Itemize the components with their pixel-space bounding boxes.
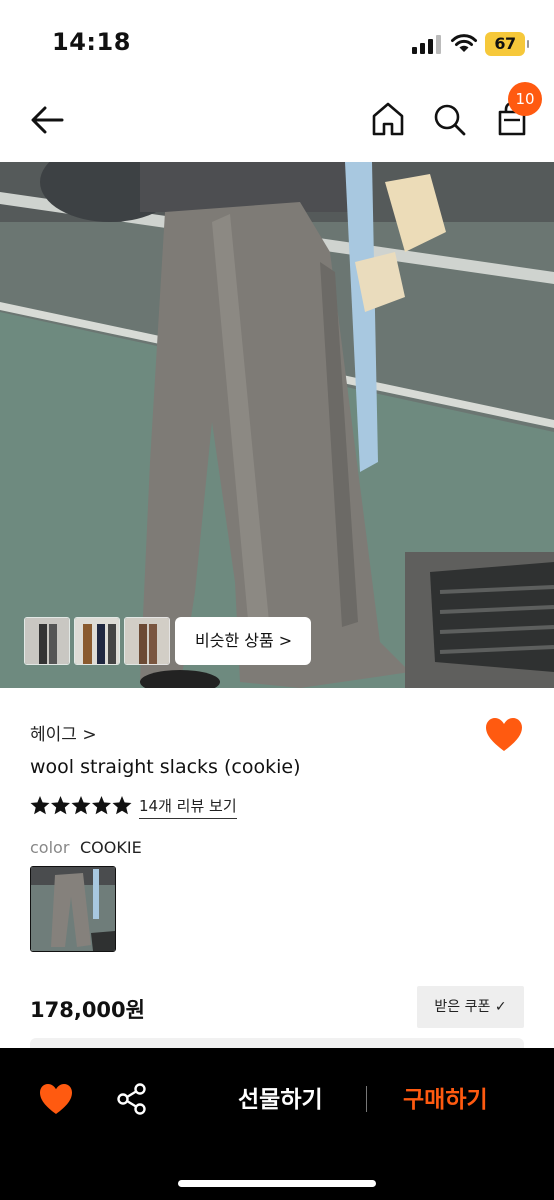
buy-button[interactable]: 구매하기 — [403, 1080, 488, 1114]
product-photo — [0, 162, 554, 688]
color-option-swatch[interactable] — [30, 866, 116, 952]
color-value: COOKIE — [80, 838, 142, 857]
thumbnail[interactable] — [124, 617, 170, 665]
wifi-icon — [451, 34, 477, 52]
search-icon[interactable] — [431, 100, 467, 138]
status-time: 14:18 — [52, 28, 131, 56]
color-label: color — [30, 838, 70, 857]
home-indicator[interactable] — [178, 1180, 376, 1187]
product-name: wool straight slacks (cookie) — [30, 756, 301, 778]
arrow-left-icon[interactable] — [28, 100, 68, 140]
thumbnail[interactable] — [74, 617, 120, 665]
home-icon[interactable] — [370, 100, 406, 138]
brand-link[interactable]: 헤이그 > — [30, 720, 97, 745]
cart-count-badge: 10 — [508, 82, 542, 116]
share-icon[interactable] — [116, 1082, 148, 1116]
rating-stars — [30, 796, 132, 815]
star-icon — [112, 796, 132, 815]
battery-indicator: 67 — [485, 32, 529, 56]
product-price: 178,000원 — [30, 998, 145, 1022]
review-link[interactable]: 14개 리뷰 보기 — [139, 795, 237, 819]
status-bar: 14:18 67 — [0, 0, 554, 80]
similar-products-button[interactable]: 비슷한 상품 > — [175, 617, 311, 665]
thumbnail-strip — [24, 617, 170, 665]
star-icon — [71, 796, 91, 815]
top-nav: 10 — [0, 80, 554, 162]
star-icon — [51, 796, 70, 815]
star-icon — [30, 796, 50, 815]
heart-icon[interactable] — [484, 716, 524, 754]
cellular-signal-icon — [412, 35, 441, 54]
coupon-button[interactable]: 받은 쿠폰 ✓ — [417, 986, 524, 1028]
thumbnail[interactable] — [24, 617, 70, 665]
divider — [366, 1086, 367, 1112]
gift-button[interactable]: 선물하기 — [238, 1080, 323, 1114]
star-icon — [92, 796, 111, 815]
product-image[interactable]: 비슷한 상품 > — [0, 162, 554, 688]
bottom-action-bar: 선물하기 구매하기 — [0, 1048, 554, 1200]
heart-icon[interactable] — [38, 1082, 74, 1116]
